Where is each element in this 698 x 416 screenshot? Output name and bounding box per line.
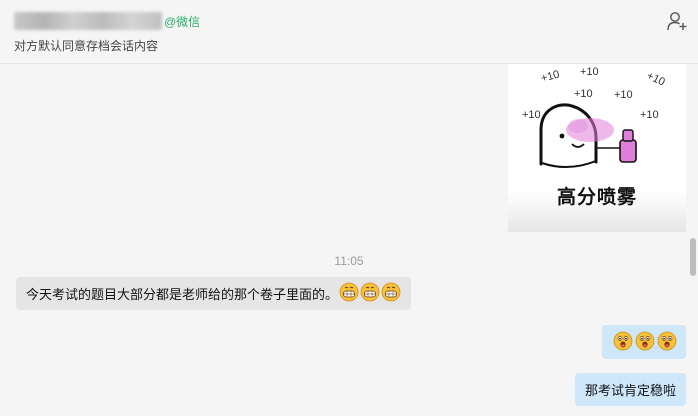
astonished-face-emoji [613,331,633,354]
chat-header: @微信 对方默认同意存档会话内容 [0,0,698,64]
message-text: 今天考试的题目大部分都是老师给的那个卷子里面的。 [26,287,339,302]
incoming-message[interactable]: 今天考试的题目大部分都是老师给的那个卷子里面的。 [16,277,412,310]
contact-name-redacted[interactable] [14,12,162,30]
sticker-plus-label: +10 [640,109,659,121]
add-contact-icon[interactable] [666,10,688,32]
sticker-message[interactable]: +10 +10 +10 +10 +10 +10 +10 高分喷雾 [508,64,686,232]
sticker-plus-label: +10 [580,66,599,78]
outgoing-message[interactable]: 那考试肯定稳啦 [574,373,686,406]
sticker-plus-label: +10 [614,89,633,101]
sticker-plus-label: +10 [540,68,561,84]
sticker-illustration: +10 +10 +10 +10 +10 +10 +10 [522,66,667,168]
astonished-face-emoji [635,331,655,354]
outgoing-emoji-message[interactable] [602,325,686,359]
sticker-caption: 高分喷雾 [556,187,637,208]
astonished-face-emoji [657,331,677,354]
chat-scrollbar[interactable] [690,238,696,276]
grinning-face-emoji [381,282,401,305]
archive-notice: 对方默认同意存档会话内容 [14,39,159,53]
sticker-plus-label: +10 [645,70,667,89]
grinning-face-emoji [339,282,359,305]
sticker-plus-label: +10 [574,88,593,100]
message-text: 那考试肯定稳啦 [584,383,676,398]
wechat-tag: @微信 [164,14,201,29]
grinning-face-emoji [360,282,380,305]
sticker-plus-label: +10 [522,109,541,121]
message-timestamp: 11:05 [334,254,364,268]
contact-title: @微信 [14,12,200,30]
